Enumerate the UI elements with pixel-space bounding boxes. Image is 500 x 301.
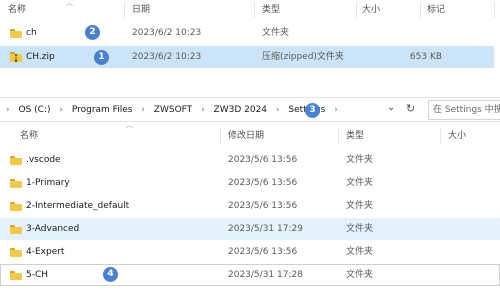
chevron-right-icon[interactable]: › [276,98,280,122]
folder-row[interactable]: 2-Intermediate_default 2023/5/6 13:56 文件… [0,195,500,217]
folder-date: 2023/5/6 13:56 [228,201,298,211]
column-header-type[interactable]: 类型 [346,126,364,146]
column-header-type[interactable]: 类型 [262,0,280,20]
folder-name: 4-Expert [26,247,65,257]
folder-date: 2023/5/6 13:56 [228,155,298,165]
column-header-date[interactable]: 日期 [132,0,150,20]
step-badge: 4 [103,267,118,282]
folder-row[interactable]: 5-CH 4 2023/5/31 17:28 文件夹 [0,264,500,286]
column-divider[interactable] [254,2,255,18]
column-header-name[interactable]: 名称 [20,126,38,146]
step-badge: 2 [85,25,100,40]
chevron-right-icon[interactable]: › [201,98,205,122]
folder-type: 文件夹 [346,270,374,280]
zip-folder-icon [10,52,22,62]
chevron-down-icon[interactable]: ⌄ [387,102,395,113]
folder-date: 2023/5/31 17:28 [228,270,303,280]
column-divider[interactable] [220,128,221,144]
column-divider[interactable] [356,2,357,18]
folder-icon [10,202,22,211]
search-input[interactable]: 在 Settings 中搜 [428,100,500,120]
breadcrumb-item[interactable]: OS (C:) [18,98,50,122]
column-divider[interactable] [124,2,125,18]
column-header-size[interactable]: 大小 [362,0,380,20]
folder-name: 1-Primary [26,178,70,188]
folder-date: 2023/5/6 13:56 [228,247,298,257]
folder-icon [10,29,22,38]
folder-date: 2023/5/6 13:56 [228,178,298,188]
file-type: 压缩(zipped)文件夹 [262,52,344,62]
file-date: 2023/6/2 10:23 [132,52,202,62]
folder-icon [10,179,22,188]
breadcrumb-item[interactable]: ZW3D 2024 [214,98,268,122]
folder-row[interactable]: .vscode 2023/5/6 13:56 文件夹 [0,149,500,171]
column-header-name[interactable]: 名称 [8,0,26,20]
file-row-ch-zip[interactable]: CH.zip 1 2023/6/2 10:23 压缩(zipped)文件夹 65… [0,46,494,68]
sort-up-icon: ︿ [66,0,73,7]
folder-icon [10,156,22,165]
address-bar[interactable]: › OS (C:) › Program Files › ZWSOFT › ZW3… [0,98,500,122]
file-name: ch [26,28,37,38]
folder-type: 文件夹 [346,247,374,257]
file-date: 2023/6/2 10:23 [132,28,202,38]
folder-icon [10,248,22,257]
folder-name: 5-CH [26,270,49,280]
breadcrumb-item[interactable]: ZWSOFT [154,98,192,122]
column-divider[interactable] [494,2,495,18]
file-size: 653 KB [409,52,442,62]
breadcrumb-item[interactable]: Program Files [72,98,133,122]
file-row-ch[interactable]: ch 2 2023/6/2 10:23 文件夹 [0,22,500,44]
chevron-right-icon[interactable]: › [6,98,10,122]
folder-name: 2-Intermediate_default [26,201,130,211]
folder-name: 3-Advanced [26,224,80,234]
chevron-right-icon[interactable]: › [141,98,145,122]
folder-type: 文件夹 [346,155,374,165]
folder-name: .vscode [26,155,61,165]
column-header-tag[interactable]: 标记 [427,0,445,20]
sort-up-icon: ︿ [126,121,133,129]
folder-row[interactable]: 3-Advanced 2023/5/31 17:29 文件夹 [0,218,500,240]
column-divider[interactable] [420,2,421,18]
pane-gap [0,70,500,98]
column-divider[interactable] [440,128,441,144]
folder-type: 文件夹 [346,201,374,211]
folder-icon [10,225,22,234]
folder-date: 2023/5/31 17:29 [228,224,303,234]
refresh-icon[interactable]: ↻ [406,102,415,115]
folder-icon [10,271,22,280]
breadcrumb: › OS (C:) › Program Files › ZWSOFT › ZW3… [6,98,344,122]
chevron-right-icon[interactable]: › [59,98,63,122]
folder-row[interactable]: 4-Expert 2023/5/6 13:56 文件夹 [0,241,500,263]
column-header-modified[interactable]: 修改日期 [228,126,264,146]
file-type: 文件夹 [262,28,290,38]
step-badge: 1 [94,50,109,65]
file-name: CH.zip [26,52,55,62]
chevron-right-icon[interactable]: › [334,98,338,122]
folder-type: 文件夹 [346,178,374,188]
column-divider[interactable] [338,128,339,144]
folder-type: 文件夹 [346,224,374,234]
column-header-size[interactable]: 大小 [448,126,466,146]
folder-row[interactable]: 1-Primary 2023/5/6 13:56 文件夹 [0,172,500,194]
step-badge: 3 [305,103,320,118]
